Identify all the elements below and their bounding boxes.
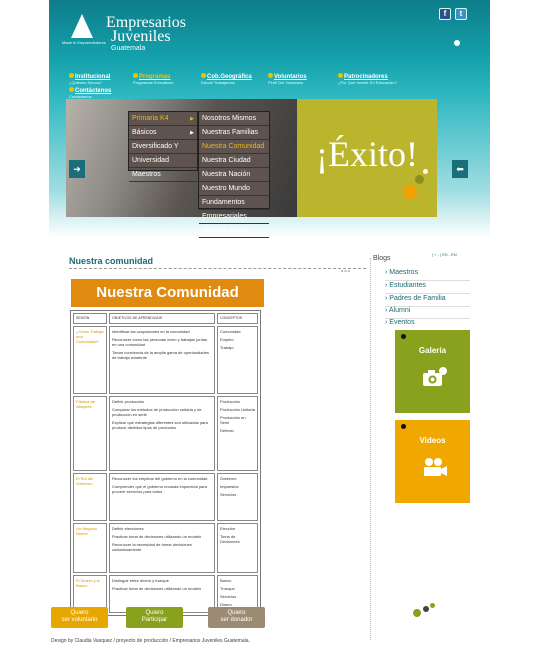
donor-button[interactable]: Quiero ser donador xyxy=(208,607,265,628)
decorative-dot xyxy=(403,185,417,199)
decorative-dot xyxy=(401,334,406,339)
video-camera-icon xyxy=(424,458,447,476)
table-row: Fábrica de Alfajores Definir producción C… xyxy=(73,396,258,471)
participate-button[interactable]: Quiero Participar xyxy=(126,607,183,628)
hero-title: ¡Éxito! xyxy=(316,134,418,174)
text-size-controls[interactable]: a a a xyxy=(341,268,350,273)
page-title: Nuestra comunidad xyxy=(69,256,154,266)
table-row: Un Negocio Nuevo Definir elecciones Pract… xyxy=(73,523,258,573)
facebook-icon[interactable]: f xyxy=(439,8,451,20)
decorative-dot xyxy=(413,609,421,617)
title-divider xyxy=(69,268,366,269)
concepts-cell: Comunidad Empleo Trabajo xyxy=(217,326,258,394)
bullet-icon xyxy=(268,73,273,78)
blog-link-maestros[interactable]: › Maestros xyxy=(385,269,418,276)
dropdown-item-primaria[interactable]: Primaria K4 ▶ xyxy=(129,112,197,126)
volunteer-button[interactable]: Quiero ser voluntario xyxy=(51,607,108,628)
content-banner: Nuestra Comunidad xyxy=(71,279,264,307)
session-link[interactable]: ¿Cómo Trabaja una Comunidad? xyxy=(73,326,107,394)
objectives-cell: Definir producción Comparar los métodos d… xyxy=(109,396,215,471)
dropdown-item-universidad[interactable]: Universidad xyxy=(129,154,197,168)
programas-dropdown: Primaria K4 ▶ Básicos ▶ Diversificado Y Un… xyxy=(128,111,198,182)
blog-link-padres[interactable]: › Padres de Familia xyxy=(385,295,446,302)
submenu-arrow-icon: ▶ xyxy=(190,130,194,136)
videos-box[interactable]: Videos xyxy=(395,420,470,503)
divider xyxy=(385,293,470,294)
dropdown-item-diversificado[interactable]: Diversificado Y xyxy=(129,140,197,154)
logo-text-line3[interactable]: Guatemala xyxy=(111,45,145,52)
bullet-icon xyxy=(338,73,343,78)
divider xyxy=(385,280,470,281)
blog-link-eventos[interactable]: › Eventos xyxy=(385,319,415,326)
session-link[interactable]: Fábrica de Alfajores xyxy=(73,396,107,471)
bullet-icon xyxy=(69,87,74,92)
submenu-item-empresariales[interactable]: Empresariales xyxy=(199,210,269,224)
decorative-dot xyxy=(430,603,435,608)
concepts-cell: Producción Producción Unitaria Producción … xyxy=(217,396,258,471)
session-link[interactable]: El Rol del Gobierno xyxy=(73,473,107,521)
logo-icon[interactable] xyxy=(71,14,93,38)
decorative-dot xyxy=(423,169,428,174)
concepts-cell: Gobierno Impuestos Servicios xyxy=(217,473,258,521)
decorative-dot xyxy=(423,606,429,612)
nav-patrocinadores[interactable]: Patrocinadores ¿Por Qué Invertir En Educ… xyxy=(338,73,397,86)
header-concepts: Conceptos xyxy=(217,313,258,324)
submenu-arrow-icon: ▶ xyxy=(190,116,194,122)
blog-link-estudiantes[interactable]: › Estudiantes xyxy=(385,282,426,289)
nav-voluntarios[interactable]: Voluntarios Perfil Del Voluntario xyxy=(268,73,307,86)
objectives-cell: Identificar las ocupaciones en la comuni… xyxy=(109,326,215,394)
primaria-submenu: Nosotros Mismos Nuestras Familias Nuestr… xyxy=(198,111,270,238)
submenu-item-nuestra-ciudad[interactable]: Nuestra Ciudad xyxy=(199,154,269,168)
curriculum-table: Sesión Objetivos de aprendizaje Concepto… xyxy=(70,310,261,616)
blogs-title: Blogs xyxy=(373,255,391,262)
font-size-language-controls[interactable]: | + - | ES - EN xyxy=(432,252,457,257)
column-divider xyxy=(370,258,371,640)
nav-institucional[interactable]: Institucional ¿Quiénes Somos? xyxy=(69,73,110,86)
header-session: Sesión xyxy=(73,313,107,324)
dropdown-item-basicos[interactable]: Básicos ▶ xyxy=(129,126,197,140)
submenu-item-nuestra-nacion[interactable]: Nuestra Nación xyxy=(199,168,269,182)
camera-icon xyxy=(423,367,447,386)
submenu-item-nuestras-familias[interactable]: Nuestras Familias xyxy=(199,126,269,140)
footer-credit: Design by Claudia Vasquez / proyecto de … xyxy=(51,638,250,644)
submenu-item-nosotros-mismos[interactable]: Nosotros Mismos xyxy=(199,112,269,126)
bullet-icon xyxy=(69,73,74,78)
hero-text-pane: ¡Éxito! xyxy=(297,99,437,217)
bullet-icon xyxy=(201,73,206,78)
submenu-item-fundamentos[interactable]: Fundamentos xyxy=(199,196,269,210)
slider-next-arrow-icon[interactable]: ⬅ xyxy=(452,160,468,178)
submenu-item-nuestra-comunidad[interactable]: Nuestra Comunidad xyxy=(199,140,269,154)
gallery-box[interactable]: Galería xyxy=(395,330,470,413)
submenu-item-nuestro-mundo[interactable]: Nuestro Mundo xyxy=(199,182,269,196)
objectives-cell: Reconocer los empleos del gobierno en la… xyxy=(109,473,215,521)
dropdown-item-maestros[interactable]: Maestros xyxy=(129,168,197,182)
decorative-dot xyxy=(454,40,460,46)
nav-programas[interactable]: Programas Programas Educativos xyxy=(133,73,173,86)
page: Made in Emprendedores Empresarios Juveni… xyxy=(0,0,536,654)
table-row: ¿Cómo Trabaja una Comunidad? Identificar… xyxy=(73,326,258,394)
submenu-item-nuestra-region[interactable]: Nuestra Región xyxy=(199,224,269,238)
objectives-cell: Definir elecciones Practicar toma de deci… xyxy=(109,523,215,573)
table-row: El Rol del Gobierno Reconocer los empleo… xyxy=(73,473,258,521)
decorative-dot xyxy=(415,175,424,184)
session-link[interactable]: Un Negocio Nuevo xyxy=(73,523,107,573)
slider-prev-arrow-icon[interactable]: ➜ xyxy=(69,160,85,178)
gallery-label: Galería xyxy=(418,346,447,355)
nav-cob-geografica[interactable]: Cob.Geográfica Dónde Trabajamos xyxy=(201,73,252,86)
videos-label: Videos xyxy=(419,436,446,445)
logo-tagline: Made in Emprendedores xyxy=(62,40,106,45)
decorative-dot xyxy=(401,424,406,429)
twitter-icon[interactable]: t xyxy=(455,8,467,20)
header-objectives: Objetivos de aprendizaje xyxy=(109,313,215,324)
logo-text-line2[interactable]: Juveniles xyxy=(111,28,171,46)
blog-link-alumni[interactable]: › Alumni xyxy=(385,307,410,314)
concepts-cell: Elección Toma de Decisiones xyxy=(217,523,258,573)
table-header-row: Sesión Objetivos de aprendizaje Concepto… xyxy=(73,313,258,324)
bullet-icon xyxy=(133,73,138,78)
